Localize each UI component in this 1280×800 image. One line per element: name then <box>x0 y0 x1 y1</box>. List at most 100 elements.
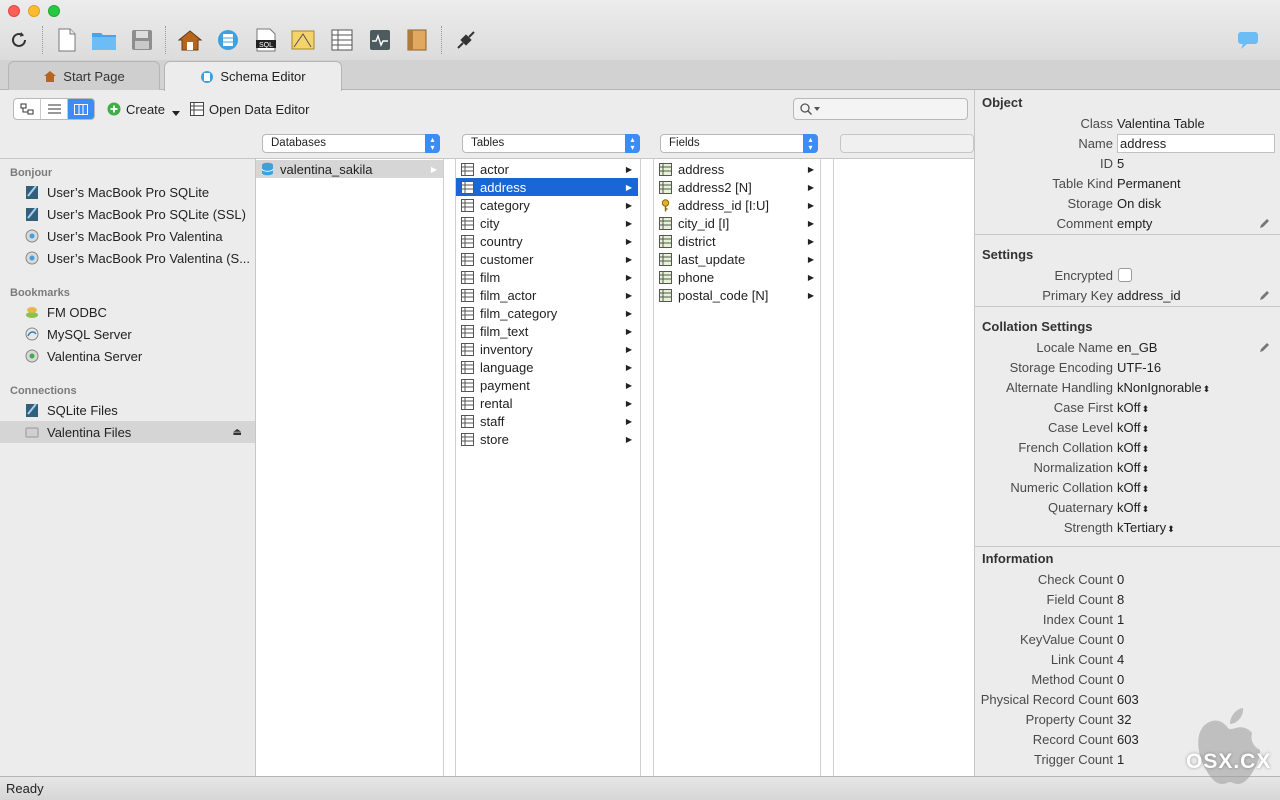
table-row[interactable]: customer ▶ <box>456 250 638 268</box>
property-key: Comment <box>1056 216 1113 231</box>
field-row[interactable]: address2 [N] ▶ <box>654 178 820 196</box>
inspector-row: Case First kOff⬍ <box>975 398 1280 418</box>
table-label: film_category <box>480 305 558 321</box>
table-icon <box>461 252 474 266</box>
property-popup[interactable]: kOff⬍ <box>1117 460 1149 475</box>
table-row[interactable]: film_text ▶ <box>456 322 638 340</box>
chat-icon[interactable] <box>1235 27 1261 53</box>
field-row[interactable]: district ▶ <box>654 232 820 250</box>
fields-popup[interactable]: Fields ▴ ▾ <box>660 134 818 153</box>
chevron-down-icon <box>814 107 820 111</box>
refresh-icon[interactable] <box>6 27 32 53</box>
property-key: Method Count <box>1031 672 1113 687</box>
table-row[interactable]: category ▶ <box>456 196 638 214</box>
table-row[interactable]: film ▶ <box>456 268 638 286</box>
monitor-icon[interactable] <box>367 27 393 53</box>
table-row[interactable]: rental ▶ <box>456 394 638 412</box>
pencil-icon[interactable] <box>1259 289 1271 304</box>
column-gutter <box>641 158 654 776</box>
property-key: Table Kind <box>1052 176 1113 191</box>
database-label: valentina_sakila <box>280 161 373 177</box>
sidebar-item-mysql[interactable]: MySQL Server <box>0 323 255 345</box>
close-window-button[interactable] <box>8 5 20 17</box>
property-key: Alternate Handling <box>1006 380 1113 395</box>
table-icon[interactable] <box>329 27 355 53</box>
sidebar-item-valentina-ssl[interactable]: User’s MacBook Pro Valentina (S... <box>0 247 255 269</box>
sidebar-item-sqlite[interactable]: User’s MacBook Pro SQLite <box>0 181 255 203</box>
field-icon <box>659 252 672 266</box>
table-row[interactable]: address ▶ <box>456 178 638 196</box>
property-popup[interactable]: kOff⬍ <box>1117 420 1149 435</box>
inspector-row: Encrypted <box>975 266 1280 286</box>
property-key: Primary Key <box>1042 288 1113 303</box>
new-file-icon[interactable] <box>54 27 80 53</box>
minimize-window-button[interactable] <box>28 5 40 17</box>
empty-column-popup[interactable] <box>840 134 974 153</box>
mysql-icon <box>25 327 39 341</box>
field-row[interactable]: address_id [I:U] ▶ <box>654 196 820 214</box>
pencil-icon[interactable] <box>1259 217 1271 232</box>
save-icon[interactable] <box>129 27 155 53</box>
table-row[interactable]: language ▶ <box>456 358 638 376</box>
encrypted-checkbox[interactable] <box>1118 268 1132 282</box>
zoom-window-button[interactable] <box>48 5 60 17</box>
database-row[interactable]: valentina_sakila ▶ <box>256 160 443 178</box>
table-row[interactable]: city ▶ <box>456 214 638 232</box>
databases-popup[interactable]: Databases ▴ ▾ <box>262 134 440 153</box>
tab-start-page[interactable]: Start Page <box>8 61 160 90</box>
field-icon <box>659 162 672 176</box>
tab-schema-editor[interactable]: Schema Editor <box>164 61 342 91</box>
odbc-icon <box>26 307 38 318</box>
table-row[interactable]: inventory ▶ <box>456 340 638 358</box>
sidebar-item-fm-odbc[interactable]: FM ODBC <box>0 301 255 323</box>
plug-icon[interactable] <box>453 27 479 53</box>
sql-icon[interactable]: SQL <box>253 27 279 53</box>
table-row[interactable]: actor ▶ <box>456 160 638 178</box>
column-gutter <box>821 158 834 776</box>
report-icon[interactable] <box>290 27 316 53</box>
open-data-editor-button[interactable]: Open Data Editor <box>190 100 309 118</box>
property-popup[interactable]: kOff⬍ <box>1117 480 1149 495</box>
property-popup[interactable]: kTertiary⬍ <box>1117 520 1175 535</box>
table-label: store <box>480 431 509 447</box>
sidebar-item-sqlite-files[interactable]: SQLite Files <box>0 399 255 421</box>
table-row[interactable]: film_category ▶ <box>456 304 638 322</box>
field-row[interactable]: last_update ▶ <box>654 250 820 268</box>
svg-text:SQL: SQL <box>259 42 273 49</box>
table-row[interactable]: country ▶ <box>456 232 638 250</box>
property-popup[interactable]: kOff⬍ <box>1117 400 1149 415</box>
table-row[interactable]: store ▶ <box>456 430 638 448</box>
table-row[interactable]: film_actor ▶ <box>456 286 638 304</box>
property-value: kOff <box>1117 480 1141 495</box>
property-popup[interactable]: kOff⬍ <box>1117 440 1149 455</box>
book-icon[interactable] <box>404 27 430 53</box>
tables-popup[interactable]: Tables ▴ ▾ <box>462 134 640 153</box>
open-folder-icon[interactable] <box>91 27 117 53</box>
sidebar-item-valentina-files[interactable]: Valentina Files ⏏ <box>0 421 255 443</box>
sidebar-item-valentina[interactable]: User’s MacBook Pro Valentina <box>0 225 255 247</box>
home-icon[interactable] <box>177 27 203 53</box>
name-field[interactable]: address <box>1117 134 1275 153</box>
sidebar-item-sqlite-ssl[interactable]: User’s MacBook Pro SQLite (SSL) <box>0 203 255 225</box>
diagram-view-icon[interactable] <box>14 99 41 119</box>
view-mode-segmented-control[interactable] <box>13 98 95 120</box>
property-popup[interactable]: kOff⬍ <box>1117 500 1149 515</box>
chevron-right-icon: ▶ <box>807 236 814 246</box>
field-row[interactable]: address ▶ <box>654 160 820 178</box>
create-button[interactable]: Create <box>107 100 181 118</box>
schema-icon[interactable] <box>215 27 241 53</box>
table-row[interactable]: payment ▶ <box>456 376 638 394</box>
property-popup[interactable]: kNonIgnorable⬍ <box>1117 380 1210 395</box>
list-view-icon[interactable] <box>41 99 68 119</box>
sidebar-item-valentina-server[interactable]: Valentina Server <box>0 345 255 367</box>
table-row[interactable]: staff ▶ <box>456 412 638 430</box>
search-field[interactable] <box>793 98 968 120</box>
eject-icon[interactable]: ⏏ <box>233 427 242 438</box>
column-view-icon[interactable] <box>68 99 94 119</box>
table-icon <box>461 414 474 428</box>
table-icon <box>461 378 474 392</box>
field-row[interactable]: postal_code [N] ▶ <box>654 286 820 304</box>
field-row[interactable]: city_id [I] ▶ <box>654 214 820 232</box>
field-row[interactable]: phone ▶ <box>654 268 820 286</box>
pencil-icon[interactable] <box>1259 341 1271 356</box>
